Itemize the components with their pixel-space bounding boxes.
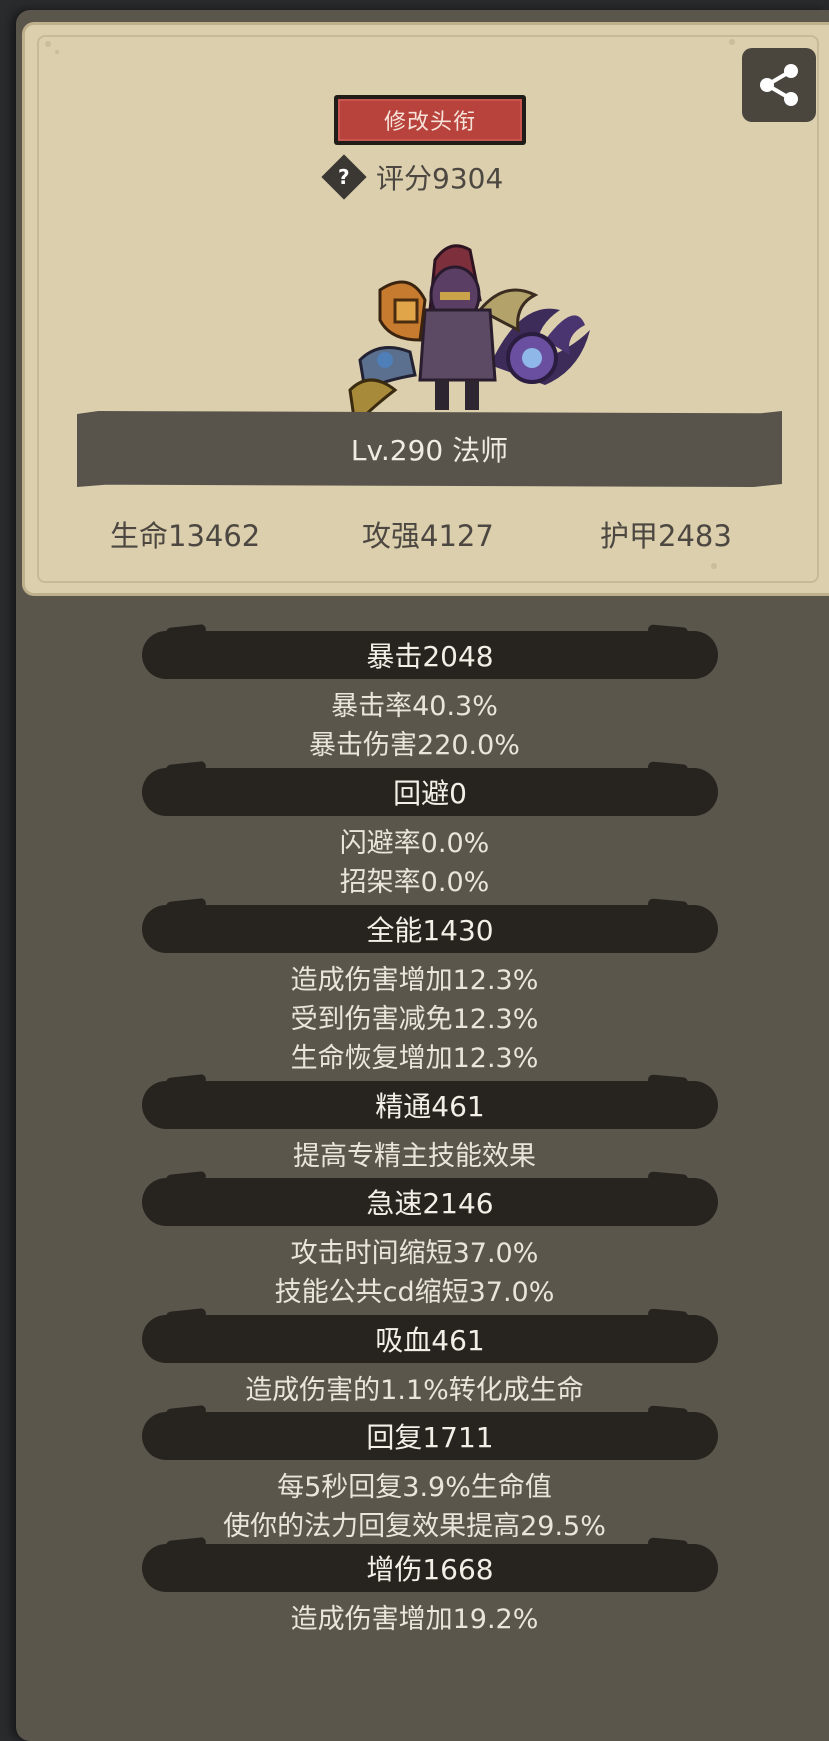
score-row: ? 评分9304 bbox=[321, 154, 504, 200]
stat-detail: 技能公共cd缩短37.0% bbox=[274, 1277, 555, 1308]
stat-detail: 受到伤害减免12.3% bbox=[290, 1004, 539, 1035]
stat-detail: 生命恢复增加12.3% bbox=[290, 1043, 539, 1074]
hero-avatar bbox=[348, 244, 590, 429]
stat-detail: 提高专精主技能效果 bbox=[293, 1141, 536, 1172]
stat-header-mastery: 精通461 bbox=[142, 1081, 718, 1129]
stat-detail: 招架率0.0% bbox=[339, 867, 490, 898]
stat-hp: 生命13462 bbox=[110, 519, 261, 553]
level-class: Lv.290 法师 bbox=[350, 434, 509, 467]
stat-detail: 闪避率0.0% bbox=[339, 828, 490, 859]
stat-detail: 攻击时间缩短37.0% bbox=[290, 1238, 539, 1269]
stat-detail: 使你的法力回复效果提高29.5% bbox=[223, 1511, 606, 1542]
stat-detail: 暴击率40.3% bbox=[331, 691, 498, 722]
card-decoration bbox=[711, 563, 717, 569]
stat-header-dodge: 回避0 bbox=[142, 768, 718, 816]
stat-detail: 每5秒回复3.9%生命值 bbox=[277, 1472, 552, 1503]
share-button[interactable] bbox=[742, 48, 816, 122]
stat-attack: 攻强4127 bbox=[362, 519, 494, 553]
share-icon bbox=[760, 64, 798, 106]
stat-header-regen: 回复1711 bbox=[142, 1412, 718, 1460]
stat-detail: 暴击伤害220.0% bbox=[309, 730, 520, 761]
card-decoration bbox=[55, 50, 59, 54]
stat-detail: 造成伤害增加12.3% bbox=[290, 965, 539, 996]
stat-header-haste: 急速2146 bbox=[142, 1178, 718, 1226]
question-icon[interactable]: ? bbox=[321, 154, 367, 200]
edit-title-label: 修改头衔 bbox=[338, 99, 522, 141]
stat-detail: 造成伤害增加19.2% bbox=[290, 1604, 539, 1635]
card-decoration bbox=[45, 41, 51, 47]
card-decoration bbox=[729, 39, 735, 45]
score-value: 评分9304 bbox=[376, 162, 504, 195]
stat-armor: 护甲2483 bbox=[600, 519, 732, 553]
stat-header-versatility: 全能1430 bbox=[142, 905, 718, 953]
stat-header-damage-bonus: 增伤1668 bbox=[142, 1544, 718, 1592]
stat-detail: 造成伤害的1.1%转化成生命 bbox=[245, 1375, 584, 1406]
edit-title-button[interactable]: 修改头衔 bbox=[334, 95, 526, 145]
stat-header-crit: 暴击2048 bbox=[142, 631, 718, 679]
level-class-bar: Lv.290 法师 bbox=[77, 411, 782, 487]
stat-header-lifesteal: 吸血461 bbox=[142, 1315, 718, 1363]
